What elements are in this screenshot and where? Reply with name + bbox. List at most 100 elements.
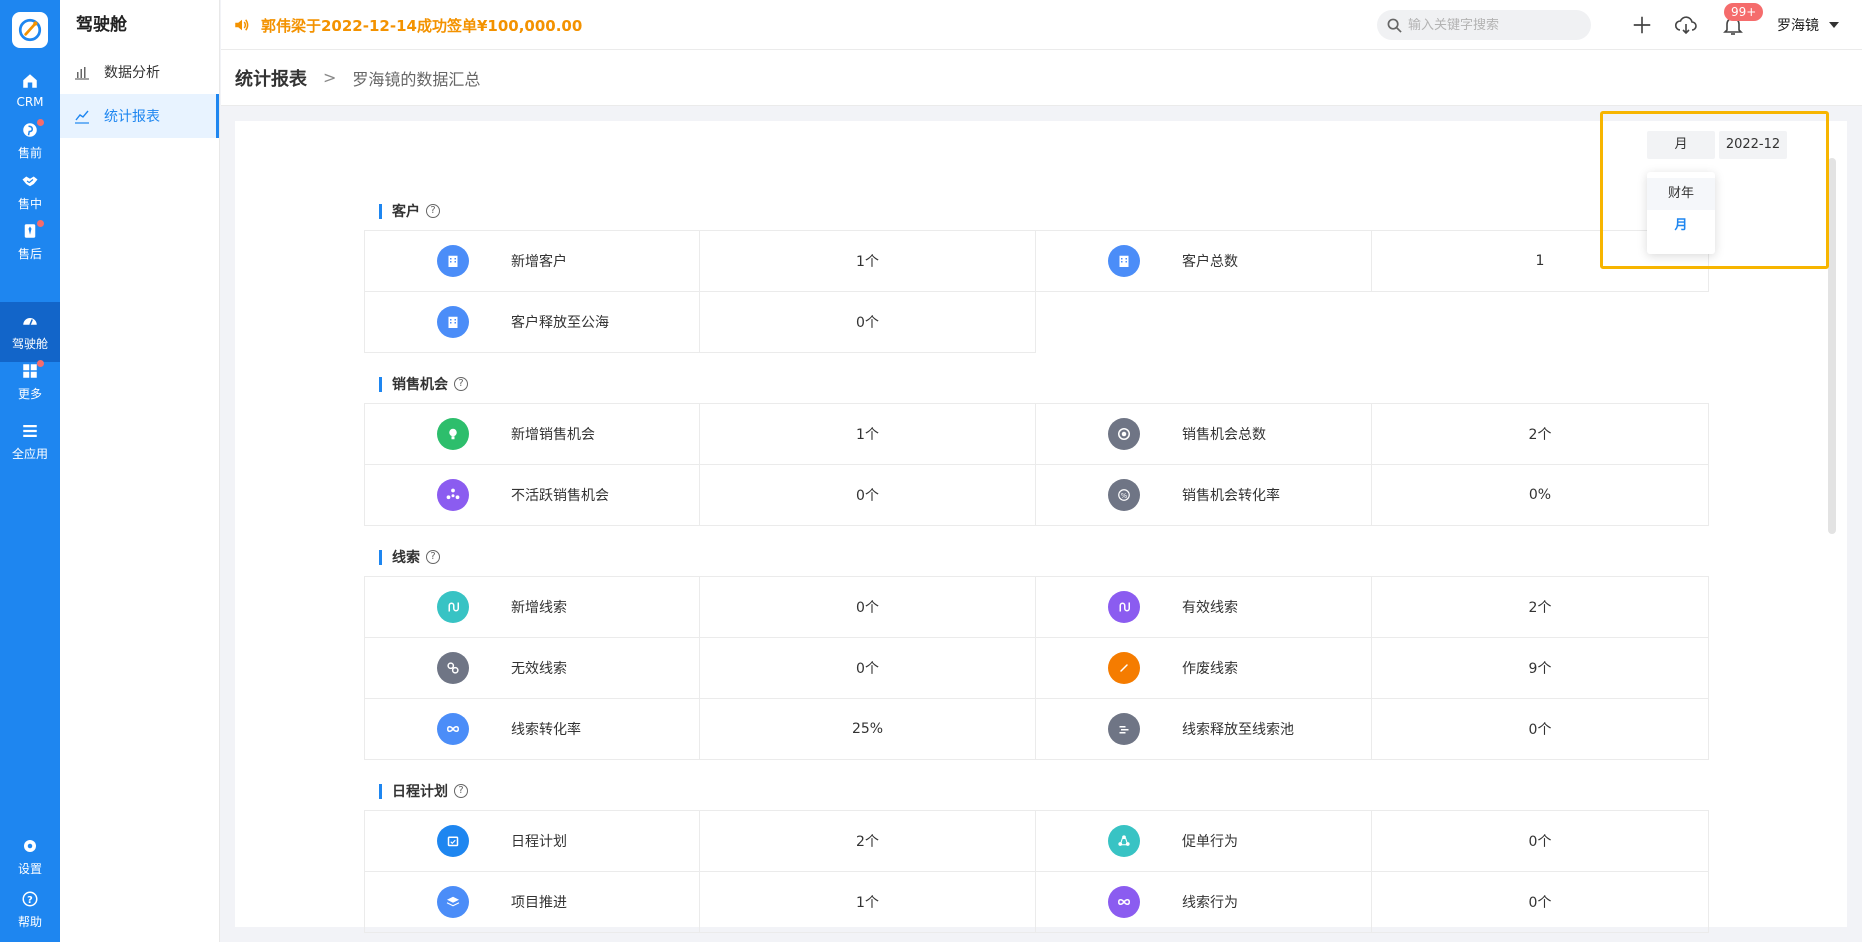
bar-chart-icon xyxy=(75,67,89,80)
calendar-icon xyxy=(437,825,469,857)
section-title-text: 日程计划 xyxy=(392,784,448,800)
stat-name-cell: 线索行为 xyxy=(1036,872,1372,933)
page-title[interactable]: 统计报表 xyxy=(235,65,307,91)
stat-label: 销售机会总数 xyxy=(1182,427,1266,443)
stat-name-cell: 日程计划 xyxy=(364,811,700,872)
breadcrumb-current: 罗海镜的数据汇总 xyxy=(352,69,481,89)
layers-icon xyxy=(437,886,469,918)
lightbulb-icon xyxy=(437,418,469,450)
app-logo[interactable] xyxy=(12,12,48,48)
gear-icon xyxy=(24,840,36,852)
stat-name-cell: 客户总数 xyxy=(1036,231,1372,292)
stats-grid-customer: 新增客户 1个 客户总数 1 客户释放至公海 0个 xyxy=(364,230,1709,353)
stat-label: 线索行为 xyxy=(1182,895,1238,911)
add-button[interactable] xyxy=(1629,12,1655,38)
table-row: 项目推进 1个 线索行为 0个 xyxy=(364,872,1709,933)
rail-item-label: 售前 xyxy=(17,146,42,160)
handshake-icon xyxy=(22,176,38,187)
stat-value: 0个 xyxy=(1372,872,1709,933)
cloud-download-icon xyxy=(1674,16,1697,35)
sub-item-label: 数据分析 xyxy=(104,65,160,81)
route-icon xyxy=(1108,591,1140,623)
logo-icon xyxy=(18,18,42,42)
table-row: 线索转化率 25% 线索释放至线索池 0个 xyxy=(364,699,1709,760)
search-box[interactable] xyxy=(1377,10,1591,40)
help-icon[interactable]: ? xyxy=(454,377,468,391)
stat-name-cell: 新增客户 xyxy=(364,231,700,292)
stat-value: 0个 xyxy=(1372,699,1709,760)
section-bar xyxy=(379,203,382,219)
notification-dot xyxy=(37,360,44,367)
stat-value: 2个 xyxy=(700,811,1036,872)
rail-item-settings[interactable]: 设置 xyxy=(0,827,60,887)
stat-label: 销售机会转化率 xyxy=(1182,488,1280,504)
speaker-icon xyxy=(235,19,249,31)
molecule-icon xyxy=(437,479,469,511)
top-bar: 郭伟梁于2022-12-14成功签单¥100,000.00 99+ 罗海镜 xyxy=(221,0,1862,50)
waves-icon xyxy=(1108,713,1140,745)
help-icon[interactable]: ? xyxy=(426,204,440,218)
user-name: 罗海镜 xyxy=(1777,18,1819,34)
help-icon[interactable]: ? xyxy=(454,784,468,798)
rail-item-help[interactable]: ? 帮助 xyxy=(0,880,60,940)
section-bar xyxy=(379,376,382,392)
stat-value: 1个 xyxy=(700,231,1036,292)
help-icon: ? xyxy=(22,891,38,907)
line-chart-icon xyxy=(75,110,89,124)
panel-scrollbar[interactable] xyxy=(1828,158,1836,534)
stat-label: 不活跃销售机会 xyxy=(511,488,609,504)
rail-item-aftersale[interactable]: 售后 xyxy=(0,212,60,272)
stat-label: 项目推进 xyxy=(511,895,567,911)
search-icon xyxy=(1387,18,1402,33)
user-menu[interactable]: 罗海镜 xyxy=(1777,0,1839,50)
stat-value: 0个 xyxy=(1372,811,1709,872)
stat-label: 有效线索 xyxy=(1182,600,1238,616)
home-icon xyxy=(23,73,37,88)
stat-value: 0% xyxy=(1372,465,1709,526)
stats-grid-leads: 新增线索 0个 有效线索 2个 无效线索 0个 作废线索 9个 线索转化率 25… xyxy=(364,576,1709,760)
help-icon[interactable]: ? xyxy=(426,550,440,564)
rail-item-more[interactable]: 更多 xyxy=(0,352,60,412)
sub-item-label: 统计报表 xyxy=(104,109,160,125)
notification-dot xyxy=(37,220,44,227)
breadcrumb-separator: > xyxy=(323,68,337,87)
table-row: 无效线索 0个 作废线索 9个 xyxy=(364,638,1709,699)
infinity-icon xyxy=(437,713,469,745)
announcement-banner[interactable]: 郭伟梁于2022-12-14成功签单¥100,000.00 xyxy=(233,0,582,50)
tangle-icon xyxy=(437,652,469,684)
section-title-leads: 线索 ? xyxy=(379,547,440,567)
building-icon xyxy=(437,245,469,277)
stat-name-cell: 客户释放至公海 xyxy=(364,292,700,353)
stat-label: 新增线索 xyxy=(511,600,567,616)
search-input[interactable] xyxy=(1408,17,1578,33)
rail-item-label: 驾驶舱 xyxy=(11,337,48,351)
section-bar xyxy=(379,783,382,799)
rail-item-label: 全应用 xyxy=(11,447,48,461)
sub-item-data-analysis[interactable]: 数据分析 xyxy=(60,50,219,94)
sub-item-statistics-report[interactable]: 统计报表 xyxy=(60,94,219,138)
rail-item-all-apps[interactable]: 全应用 xyxy=(0,412,60,472)
stat-name-cell: 有效线索 xyxy=(1036,577,1372,638)
breadcrumb: 统计报表 > 罗海镜的数据汇总 xyxy=(221,50,1862,106)
download-button[interactable] xyxy=(1673,12,1699,38)
section-title-text: 销售机会 xyxy=(392,377,448,393)
rail-item-label: 售中 xyxy=(17,197,42,211)
stat-value: 0个 xyxy=(700,292,1036,353)
stat-label: 作废线索 xyxy=(1182,661,1238,677)
building-icon xyxy=(1108,245,1140,277)
stat-label: 无效线索 xyxy=(511,661,567,677)
announcement-text: 郭伟梁于2022-12-14成功签单¥100,000.00 xyxy=(261,16,583,35)
sub-sidebar: 驾驶舱 数据分析 统计报表 xyxy=(60,0,220,942)
stat-value: 0个 xyxy=(700,577,1036,638)
section-title-text: 客户 xyxy=(392,204,420,220)
table-row: 客户释放至公海 0个 xyxy=(364,292,1709,353)
stats-grid-schedule: 日程计划 2个 促单行为 0个 项目推进 1个 线索行为 0个 xyxy=(364,810,1709,933)
stat-name-cell: 无效线索 xyxy=(364,638,700,699)
cycle-icon xyxy=(1108,825,1140,857)
stat-name-cell: 销售机会总数 xyxy=(1036,404,1372,465)
table-row: 新增销售机会 1个 销售机会总数 2个 xyxy=(364,404,1709,465)
percent-icon: % xyxy=(1108,479,1140,511)
table-row: 新增线索 0个 有效线索 2个 xyxy=(364,577,1709,638)
section-title-opportunity: 销售机会 ? xyxy=(379,374,468,394)
rail-item-label: 设置 xyxy=(17,862,42,876)
